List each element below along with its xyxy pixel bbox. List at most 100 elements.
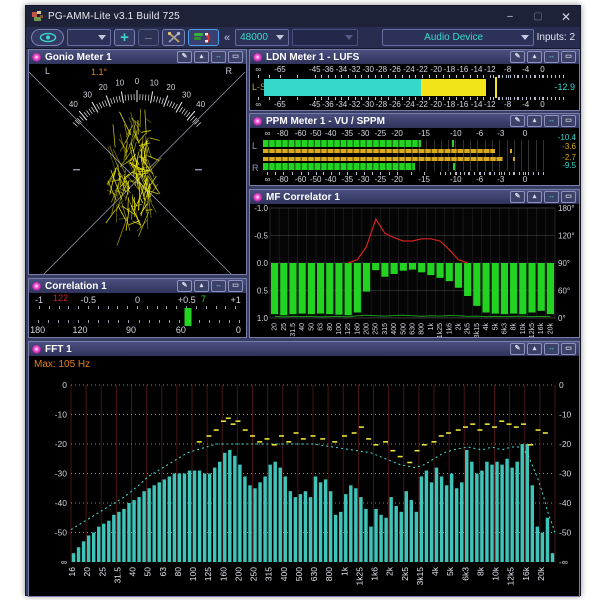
- preset-dropdown[interactable]: [67, 29, 111, 46]
- power-icon[interactable]: [253, 117, 262, 126]
- power-icon[interactable]: [32, 53, 41, 62]
- remove-meter-button[interactable]: –: [138, 29, 159, 46]
- scale-label: -34: [336, 65, 348, 74]
- panel-edit-button[interactable]: ✎: [510, 115, 525, 127]
- panel-pin-button[interactable]: ▴: [527, 115, 542, 127]
- panel-resize-button[interactable]: ↔: [211, 280, 226, 292]
- scale-label: 60: [176, 325, 186, 335]
- panel-display-button[interactable]: ▭: [561, 343, 576, 355]
- tick-mark: [402, 75, 403, 78]
- ppm-R-vu-bar: [263, 163, 415, 170]
- svg-text:30: 30: [83, 90, 92, 99]
- svg-text:0: 0: [559, 380, 564, 390]
- scale-label: -26: [389, 100, 401, 109]
- power-icon[interactable]: [253, 53, 262, 62]
- power-icon[interactable]: [253, 193, 262, 202]
- panel-display-button[interactable]: ▭: [561, 51, 576, 63]
- close-button[interactable]: ✕: [552, 6, 580, 27]
- svg-text:800: 800: [419, 323, 426, 335]
- fft-titlebar[interactable]: FFT 1✎▴↔▭: [29, 342, 579, 357]
- tick-mark: [514, 75, 515, 78]
- window-titlebar[interactable]: PG-AMM-Lite v3.1 Build 725 – ▢ ✕: [26, 6, 580, 27]
- tick-mark: [477, 75, 478, 78]
- panel-edit-button[interactable]: ✎: [177, 280, 192, 292]
- correlation-bar-indicator: [184, 308, 191, 326]
- grid-tick: [528, 140, 529, 171]
- ppm-R-sppm-bar-peak: [513, 157, 515, 161]
- panel-resize-button[interactable]: ↔: [544, 115, 559, 127]
- tick-mark: [297, 75, 298, 78]
- mf-titlebar[interactable]: MF Correlator 1 ✎▴↔▭: [250, 190, 579, 205]
- panel-display-button[interactable]: ▭: [228, 280, 243, 292]
- panel-edit-button[interactable]: ✎: [510, 343, 525, 355]
- connect-button[interactable]: [188, 29, 219, 46]
- tick-mark: [533, 172, 534, 175]
- add-meter-button[interactable]: +: [114, 29, 135, 46]
- tick-mark: [563, 97, 564, 100]
- ppm-titlebar[interactable]: PPM Meter 1 - VU / SPPM✎▴↔▭: [250, 114, 579, 129]
- panel-buttons: ✎▴↔▭: [177, 51, 243, 63]
- scale-label: -0.5: [80, 295, 96, 305]
- scale-label: ∞: [265, 175, 271, 184]
- maximize-button[interactable]: ▢: [524, 6, 552, 27]
- panel-edit-button[interactable]: ✎: [510, 191, 525, 203]
- svg-text:-20: -20: [55, 439, 68, 449]
- scale-label: -20: [430, 100, 442, 109]
- panel-resize-button[interactable]: ↔: [544, 51, 559, 63]
- svg-text:-∞: -∞: [559, 557, 568, 567]
- scale-label: -10: [450, 175, 462, 184]
- panel-pin-button[interactable]: ▴: [527, 343, 542, 355]
- panel-edit-button[interactable]: ✎: [510, 51, 525, 63]
- tick-mark: [108, 306, 109, 309]
- tick-mark: [280, 75, 281, 78]
- tick-mark: [484, 172, 485, 175]
- chevron-down-icon: [521, 35, 529, 40]
- ppm-R-sppm-bar: [263, 157, 503, 161]
- tick-mark: [530, 97, 531, 100]
- monitor-toggle-button[interactable]: [31, 29, 64, 46]
- ldn-titlebar[interactable]: LDN Meter 1 - LUFS ✎▴↔▭: [250, 50, 579, 65]
- tick-mark: [555, 75, 556, 78]
- tick-mark: [321, 75, 322, 78]
- samplerate-dropdown[interactable]: 48000: [235, 29, 289, 46]
- tick-mark: [118, 320, 119, 323]
- tick-mark: [551, 75, 552, 78]
- panel-pin-button[interactable]: ▴: [194, 280, 209, 292]
- panel-resize-button[interactable]: ↔: [211, 51, 226, 63]
- minimize-button[interactable]: –: [496, 6, 524, 27]
- power-icon[interactable]: [32, 282, 41, 291]
- scale-label: -22: [416, 65, 428, 74]
- gonio-titlebar[interactable]: Gonio Meter 1✎▴↔▭: [29, 50, 246, 65]
- panel-pin-button[interactable]: ▴: [194, 51, 209, 63]
- correlation-titlebar[interactable]: Correlation 1✎▴↔▭: [29, 279, 246, 294]
- panel-display-button[interactable]: ▭: [228, 51, 243, 63]
- panel-resize-button[interactable]: ↔: [544, 343, 559, 355]
- svg-text:1k: 1k: [339, 566, 349, 576]
- svg-text:630: 630: [309, 567, 319, 581]
- panel-pin-button[interactable]: ▴: [527, 51, 542, 63]
- panel-display-button[interactable]: ▭: [561, 191, 576, 203]
- tick-mark: [559, 97, 560, 100]
- svg-text:250: 250: [373, 323, 380, 335]
- panel-title: MF Correlator 1: [266, 192, 340, 203]
- ppm-meter-area: ∞-80-60-50-40-35-30-25-20-15-10-6-30∞-80…: [260, 128, 558, 185]
- app-window: PG-AMM-Lite v3.1 Build 725 – ▢ ✕ + – «: [25, 5, 581, 596]
- tick-mark: [176, 306, 177, 309]
- power-icon[interactable]: [32, 345, 41, 354]
- device-dropdown[interactable]: Audio Device: [382, 29, 534, 46]
- panel-edit-button[interactable]: ✎: [177, 51, 192, 63]
- grid-tick: [455, 140, 456, 171]
- panel-title: LDN Meter 1 - LUFS: [266, 52, 359, 63]
- panel-resize-button[interactable]: ↔: [544, 191, 559, 203]
- ppm-display: ∞-80-60-50-40-35-30-25-20-15-10-6-30∞-80…: [250, 128, 579, 185]
- scale-label: -6: [476, 175, 483, 184]
- panel-pin-button[interactable]: ▴: [527, 191, 542, 203]
- collapse-chevrons[interactable]: «: [224, 32, 230, 44]
- goniometer-graphic: 40302010010203040: [29, 64, 246, 274]
- panel-display-button[interactable]: ▭: [561, 115, 576, 127]
- tick-mark: [58, 320, 59, 323]
- settings-button[interactable]: [162, 29, 185, 46]
- tick-mark: [209, 320, 210, 323]
- svg-text:50: 50: [308, 323, 315, 331]
- svg-text:-40: -40: [55, 498, 68, 508]
